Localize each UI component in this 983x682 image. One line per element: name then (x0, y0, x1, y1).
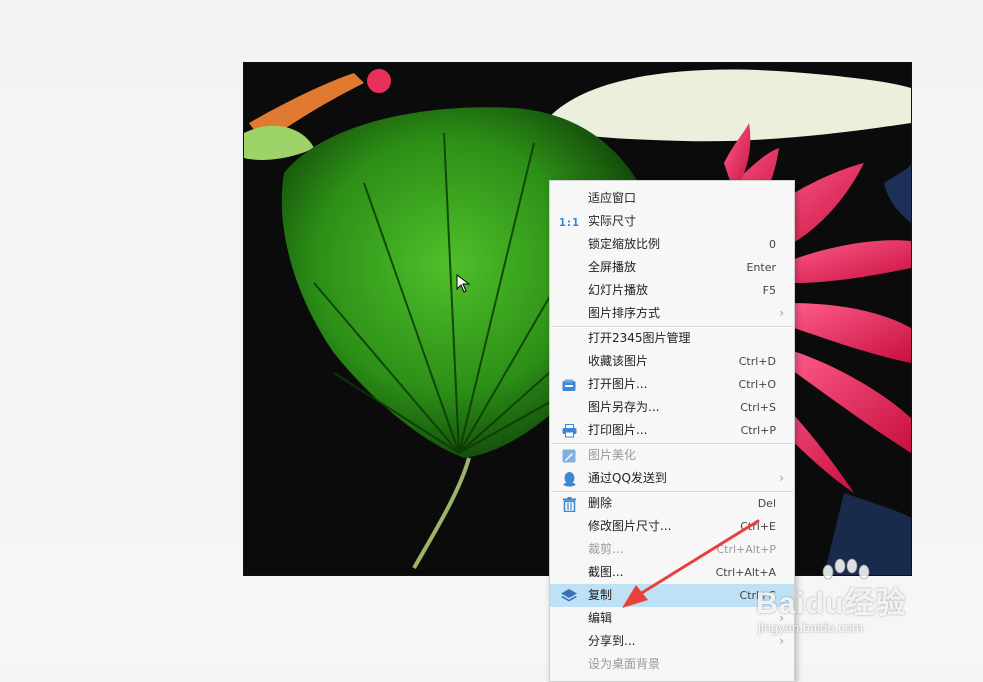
menu-item-label: 删除 (588, 496, 613, 510)
menu-item-beautify[interactable]: 图片美化 (550, 444, 794, 467)
menu-item-open-manager[interactable]: 打开2345图片管理 (550, 327, 794, 350)
menu-item-label: 全屏播放 (588, 260, 637, 274)
menu-item-label: 幻灯片播放 (588, 283, 649, 297)
menu-item-label: 修改图片尺寸... (588, 519, 672, 533)
menu-item-shortcut: Ctrl+E (740, 520, 776, 533)
menu-item-label: 打开2345图片管理 (588, 331, 691, 345)
menu-item-label: 截图... (588, 565, 624, 579)
menu-item-sort-order[interactable]: 图片排序方式 › (550, 302, 794, 325)
baidu-watermark: Baidu经验 jingyan.baidu.com (756, 558, 956, 648)
menu-item-send-qq[interactable]: 通过QQ发送到 › (550, 467, 794, 490)
menu-item-shortcut: Ctrl+D (738, 355, 776, 368)
menu-item-save-as[interactable]: 图片另存为... Ctrl+S (550, 396, 794, 419)
menu-item-lock-zoom[interactable]: 锁定缩放比例 0 (550, 233, 794, 256)
menu-item-label: 复制 (588, 588, 613, 602)
menu-item-label: 图片另存为... (588, 400, 660, 414)
menu-item-shortcut: Ctrl+P (740, 424, 776, 437)
menu-item-slideshow[interactable]: 幻灯片播放 F5 (550, 279, 794, 302)
menu-item-label: 适应窗口 (588, 191, 637, 205)
menu-item-shortcut: Del (757, 497, 776, 510)
chevron-right-icon: › (779, 306, 784, 320)
menu-item-shortcut: Ctrl+S (740, 401, 776, 414)
menu-item-label: 收藏该图片 (588, 354, 649, 368)
menu-item-set-wallpaper[interactable]: 设为桌面背景 (550, 653, 794, 676)
menu-item-label: 图片排序方式 (588, 306, 661, 320)
menu-item-delete[interactable]: 删除 Del (550, 492, 794, 515)
menu-item-label: 图片美化 (588, 448, 637, 462)
menu-item-label: 分享到... (588, 634, 636, 648)
menu-item-fit-window[interactable]: 适应窗口 (550, 187, 794, 210)
trash-icon (561, 496, 577, 512)
watermark-main-text: Baidu经验 (756, 587, 907, 620)
menu-item-label: 编辑 (588, 611, 613, 625)
menu-item-resize[interactable]: 修改图片尺寸... Ctrl+E (550, 515, 794, 538)
menu-item-label: 通过QQ发送到 (588, 471, 667, 485)
menu-item-label: 打印图片... (588, 423, 648, 437)
menu-item-actual-size[interactable]: 1:1 实际尺寸 (550, 210, 794, 233)
beautify-icon (561, 448, 577, 464)
open-image-icon (561, 377, 577, 393)
menu-item-favorite[interactable]: 收藏该图片 Ctrl+D (550, 350, 794, 373)
chevron-right-icon: › (779, 471, 784, 485)
qq-icon (561, 471, 577, 487)
menu-item-label: 打开图片... (588, 377, 648, 391)
menu-item-shortcut: Enter (746, 261, 776, 274)
mouse-cursor-icon (456, 274, 471, 293)
menu-item-fullscreen[interactable]: 全屏播放 Enter (550, 256, 794, 279)
menu-item-open-image[interactable]: 打开图片... Ctrl+O (550, 373, 794, 396)
menu-item-print[interactable]: 打印图片... Ctrl+P (550, 419, 794, 442)
printer-icon (561, 423, 577, 439)
menu-item-shortcut: 0 (769, 238, 776, 251)
menu-item-label: 裁剪... (588, 542, 624, 556)
layers-icon (561, 588, 577, 604)
menu-item-label: 锁定缩放比例 (588, 237, 661, 251)
menu-item-shortcut: F5 (762, 284, 776, 297)
menu-item-label: 实际尺寸 (588, 214, 637, 228)
menu-item-shortcut: Ctrl+O (738, 378, 776, 391)
actual-size-icon: 1:1 (559, 215, 579, 229)
menu-item-label: 设为桌面背景 (588, 657, 661, 671)
watermark-url-text: jingyan.baidu.com (758, 620, 863, 635)
